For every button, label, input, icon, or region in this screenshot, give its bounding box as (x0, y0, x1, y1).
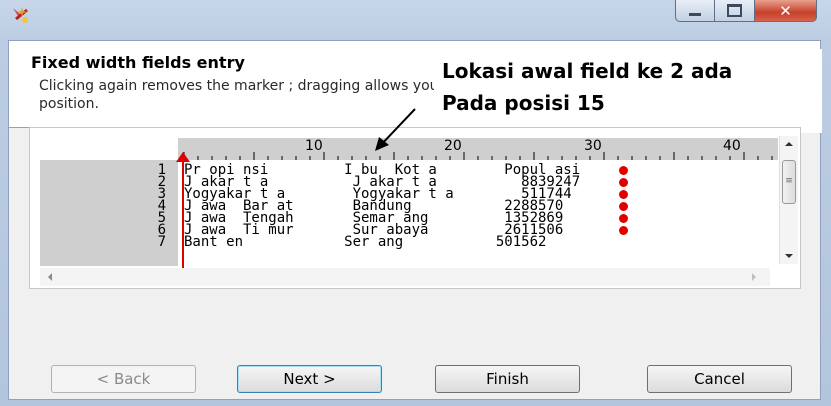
scroll-up-icon[interactable] (780, 138, 798, 150)
page-title: Fixed width fields entry (31, 53, 245, 72)
callout-line-2: Pada posisi 15 (442, 91, 605, 115)
callout-arrow-icon (375, 108, 416, 151)
finish-button[interactable]: Finish (435, 365, 580, 393)
end-marker-dot (619, 226, 628, 235)
end-marker-dot (619, 178, 628, 187)
scroll-down-icon[interactable] (780, 250, 798, 262)
annotation-callout: Lokasi awal field ke 2 ada Pada posisi 1… (434, 49, 822, 133)
maximize-icon (727, 4, 742, 17)
next-button-label: Next > (283, 370, 336, 388)
scroll-left-icon[interactable] (44, 270, 56, 284)
close-button[interactable]: ✕ (755, 0, 817, 22)
ruler-label-40: 40 (723, 138, 741, 154)
title-bar[interactable]: ✕ (0, 0, 831, 40)
end-marker-dot (619, 190, 628, 199)
scroll-right-icon[interactable] (748, 270, 760, 284)
dialog-content: Fixed width fields entry Clicking again … (8, 40, 822, 400)
back-button[interactable]: < Back (51, 365, 196, 393)
vertical-scrollbar[interactable]: ≡ (779, 136, 798, 264)
data-row-text: Bant en Ser ang 501562 (184, 234, 547, 250)
row-number: 7 (157, 234, 166, 250)
finish-button-label: Finish (486, 370, 529, 388)
cancel-button-label: Cancel (694, 370, 745, 388)
end-marker-dot (619, 166, 628, 175)
back-button-label: < Back (96, 370, 151, 388)
minimize-button[interactable] (675, 0, 715, 22)
maximize-button[interactable] (715, 0, 755, 22)
field-marker-line[interactable] (182, 160, 184, 268)
minimize-icon (689, 13, 701, 16)
ruler-ticks (183, 152, 773, 160)
ruler-label-10: 10 (305, 138, 323, 154)
vertical-scroll-thumb[interactable]: ≡ (782, 160, 796, 204)
cancel-button[interactable]: Cancel (647, 365, 792, 393)
end-marker-dot (619, 202, 628, 211)
close-icon: ✕ (779, 1, 792, 20)
column-ruler[interactable]: 10 20 30 40 (178, 138, 778, 160)
dialog-window: ✕ Fixed width fields entry Clicking agai… (0, 0, 831, 406)
end-marker-dot (619, 214, 628, 223)
callout-line-1: Lokasi awal field ke 2 ada (442, 59, 733, 83)
ruler-label-30: 30 (584, 138, 602, 154)
horizontal-scrollbar[interactable] (40, 268, 770, 286)
ruler-label-20: 20 (444, 138, 462, 154)
next-button[interactable]: Next > (237, 365, 382, 393)
wand-icon (13, 7, 28, 23)
